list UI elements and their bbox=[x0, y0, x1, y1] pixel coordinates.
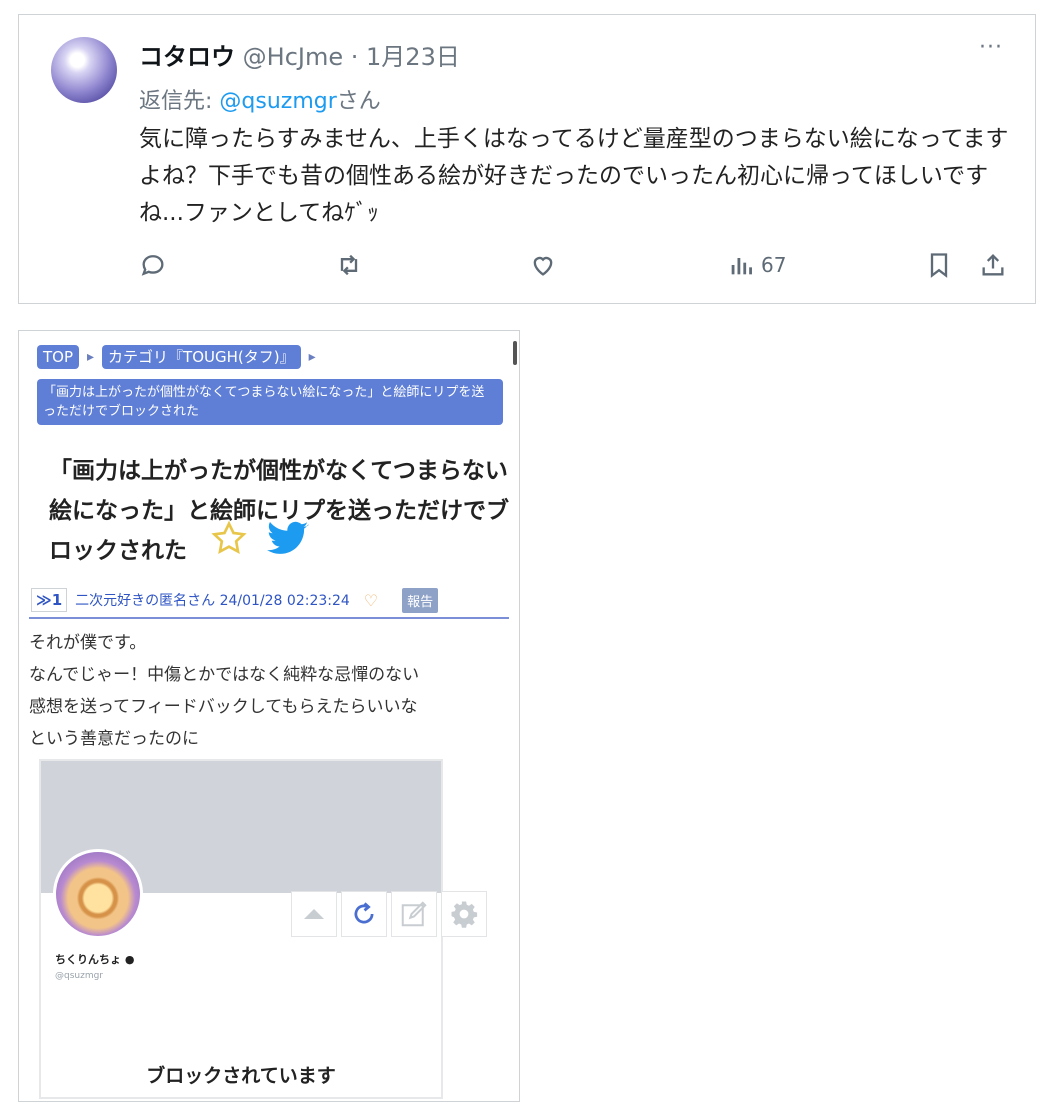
share-button[interactable] bbox=[979, 245, 1007, 285]
gear-icon bbox=[451, 901, 478, 928]
retweet-button[interactable] bbox=[335, 245, 363, 285]
post-author-date: 二次元好きの匿名さん 24/01/28 02:23:24 bbox=[75, 593, 350, 609]
reply-button[interactable] bbox=[139, 245, 167, 285]
reply-suffix: さん bbox=[336, 89, 381, 114]
breadcrumb-category[interactable]: カテゴリ『TOUGH(タフ)』 bbox=[102, 345, 301, 369]
user-name[interactable]: コタロウ bbox=[139, 43, 235, 71]
forum-card: TOP ▸ カテゴリ『TOUGH(タフ)』 ▸ 「画力は上がったが個性がなくてつ… bbox=[18, 330, 520, 1102]
reload-button[interactable] bbox=[341, 891, 387, 937]
post-body: それが僕です。 なんでじゃー！中傷とかではなく純粋な忌憚のない 感想を送ってフィ… bbox=[29, 627, 499, 755]
star-icon[interactable] bbox=[209, 519, 249, 559]
edit-icon bbox=[401, 901, 427, 927]
refresh-icon bbox=[354, 902, 374, 924]
post-line: という善意だったのに bbox=[29, 729, 199, 749]
share-icon bbox=[982, 254, 1004, 276]
user-handle[interactable]: @HcJme bbox=[243, 43, 343, 71]
blocked-message: ブロックされています bbox=[146, 1065, 336, 1087]
avatar[interactable] bbox=[51, 37, 117, 103]
arrow-up-icon bbox=[304, 909, 324, 919]
tweet-actions: 67 bbox=[139, 245, 1011, 285]
twitter-bird-icon[interactable] bbox=[267, 521, 309, 557]
tweet-card: コタロウ @HcJme · 1月23日 ··· 返信先: @qsuzmgrさん … bbox=[18, 14, 1036, 304]
bookmark-button[interactable] bbox=[925, 245, 953, 285]
tweet-date[interactable]: 1月23日 bbox=[366, 43, 460, 71]
scroll-top-button[interactable] bbox=[291, 891, 337, 937]
profile-avatar bbox=[53, 849, 143, 939]
retweet-icon bbox=[340, 254, 358, 276]
more-icon[interactable]: ··· bbox=[979, 35, 1003, 60]
title-actions bbox=[209, 519, 309, 559]
heart-icon[interactable]: ♡ bbox=[364, 591, 378, 610]
like-icon bbox=[533, 256, 553, 276]
reply-mention-link[interactable]: @qsuzmgr bbox=[219, 89, 336, 114]
report-button[interactable]: 報告 bbox=[402, 587, 439, 613]
post-line: なんでじゃー！中傷とかではなく純粋な忌憚のない bbox=[29, 665, 420, 685]
views-button[interactable]: 67 bbox=[727, 245, 786, 285]
scrollbar[interactable] bbox=[513, 341, 517, 365]
post-meta: ≫1 二次元好きの匿名さん 24/01/28 02:23:24 ♡ 報告 bbox=[29, 583, 509, 619]
post-line: それが僕です。 bbox=[29, 633, 147, 653]
breadcrumb-current[interactable]: 「画力は上がったが個性がなくてつまらない絵になった」と絵師にリプを送っただけでブ… bbox=[37, 379, 503, 425]
forum-content: TOP ▸ カテゴリ『TOUGH(タフ)』 ▸ 「画力は上がったが個性がなくてつ… bbox=[29, 331, 517, 1101]
breadcrumb-top[interactable]: TOP bbox=[37, 345, 80, 369]
bookmark-icon bbox=[930, 253, 948, 278]
write-button[interactable] bbox=[391, 891, 437, 937]
reply-prefix: 返信先: bbox=[139, 89, 213, 114]
breadcrumb: TOP ▸ カテゴリ『TOUGH(タフ)』 ▸ bbox=[37, 343, 324, 371]
settings-button[interactable] bbox=[441, 891, 487, 937]
response-number[interactable]: ≫1 bbox=[31, 588, 68, 612]
profile-handle: @qsuzmgr bbox=[55, 971, 104, 981]
reply-icon bbox=[141, 255, 164, 276]
like-button[interactable] bbox=[529, 245, 557, 285]
tweet-header: コタロウ @HcJme · 1月23日 bbox=[139, 37, 460, 72]
views-count: 67 bbox=[761, 253, 787, 277]
tweet-text: 気に障ったらすみません、上手くはなってるけど量産型のつまらない絵になってますよね… bbox=[139, 126, 1009, 226]
post-line: 感想を送ってフィードバックしてもらえたらいいな bbox=[29, 697, 418, 717]
breadcrumb-separator: ▸ bbox=[87, 349, 95, 365]
reply-to-line: 返信先: @qsuzmgrさん bbox=[139, 83, 381, 115]
breadcrumb-separator: ▸ bbox=[308, 349, 316, 365]
profile-name: ちくりんちょ ● bbox=[55, 953, 135, 966]
separator-dot: · bbox=[350, 43, 359, 71]
views-icon bbox=[731, 258, 752, 275]
page-toolbar bbox=[291, 891, 487, 937]
